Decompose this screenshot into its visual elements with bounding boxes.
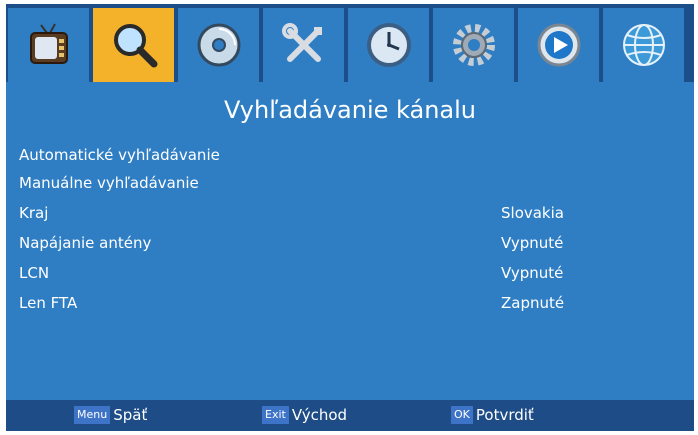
tab-time[interactable] bbox=[348, 8, 429, 82]
menu-item-value: Slovakia bbox=[501, 204, 564, 222]
hint-ok[interactable]: OK Potvrdiť bbox=[451, 404, 534, 426]
gear-icon bbox=[452, 24, 495, 66]
hint-ok-label: Potvrdiť bbox=[475, 406, 534, 424]
menu-item-value: Vypnuté bbox=[501, 264, 564, 282]
search-icon bbox=[113, 24, 157, 68]
tab-search[interactable] bbox=[93, 8, 174, 82]
tab-settings[interactable] bbox=[433, 8, 514, 82]
globe-icon bbox=[622, 24, 665, 66]
ok-key-badge: OK bbox=[451, 406, 473, 424]
menu-item-label: LCN bbox=[19, 264, 50, 282]
menu-item-auto-search[interactable]: Automatické vyhľadávanie bbox=[19, 142, 679, 168]
tab-media[interactable] bbox=[178, 8, 259, 82]
play-icon bbox=[537, 23, 580, 67]
tab-tools[interactable] bbox=[263, 8, 344, 82]
tab-tv[interactable] bbox=[8, 8, 89, 82]
tab-network[interactable] bbox=[603, 8, 684, 82]
menu-item-label: Len FTA bbox=[19, 294, 78, 312]
hint-back-label: Späť bbox=[113, 406, 148, 424]
menu-item-value: Vypnuté bbox=[501, 234, 564, 252]
disc-icon bbox=[197, 23, 240, 67]
hint-back[interactable]: Menu Späť bbox=[74, 404, 147, 426]
menu-item-label: Automatické vyhľadávanie bbox=[19, 146, 220, 164]
menu-key-badge: Menu bbox=[74, 406, 111, 424]
footer-bar: Menu Späť Exit Východ OK Potvrdiť bbox=[6, 400, 694, 431]
menu-item-label: Kraj bbox=[19, 204, 49, 222]
menu-item-lcn[interactable]: LCN Vypnuté bbox=[19, 260, 679, 286]
menu-item-region[interactable]: Kraj Slovakia bbox=[19, 200, 679, 226]
icon-bar bbox=[6, 4, 694, 82]
tools-icon bbox=[281, 23, 322, 62]
exit-key-badge: Exit bbox=[262, 406, 289, 424]
menu-item-fta-only[interactable]: Len FTA Zapnuté bbox=[19, 290, 679, 316]
screen: Vyhľadávanie kánalu Automatické vyhľadáv… bbox=[6, 4, 694, 431]
hint-exit-label: Východ bbox=[291, 406, 348, 424]
hint-exit[interactable]: Exit Východ bbox=[262, 404, 347, 426]
menu-item-value: Zapnuté bbox=[501, 294, 565, 312]
menu-item-label: Manuálne vyhľadávanie bbox=[19, 174, 199, 192]
tv-icon bbox=[29, 23, 68, 64]
menu-item-antenna-power[interactable]: Napájanie antény Vypnuté bbox=[19, 230, 679, 256]
menu-item-manual-search[interactable]: Manuálne vyhľadávanie bbox=[19, 170, 679, 196]
tab-player[interactable] bbox=[518, 8, 599, 82]
page-title: Vyhľadávanie kánalu bbox=[224, 96, 476, 124]
menu-item-label: Napájanie antény bbox=[19, 234, 152, 252]
clock-icon bbox=[366, 23, 411, 67]
